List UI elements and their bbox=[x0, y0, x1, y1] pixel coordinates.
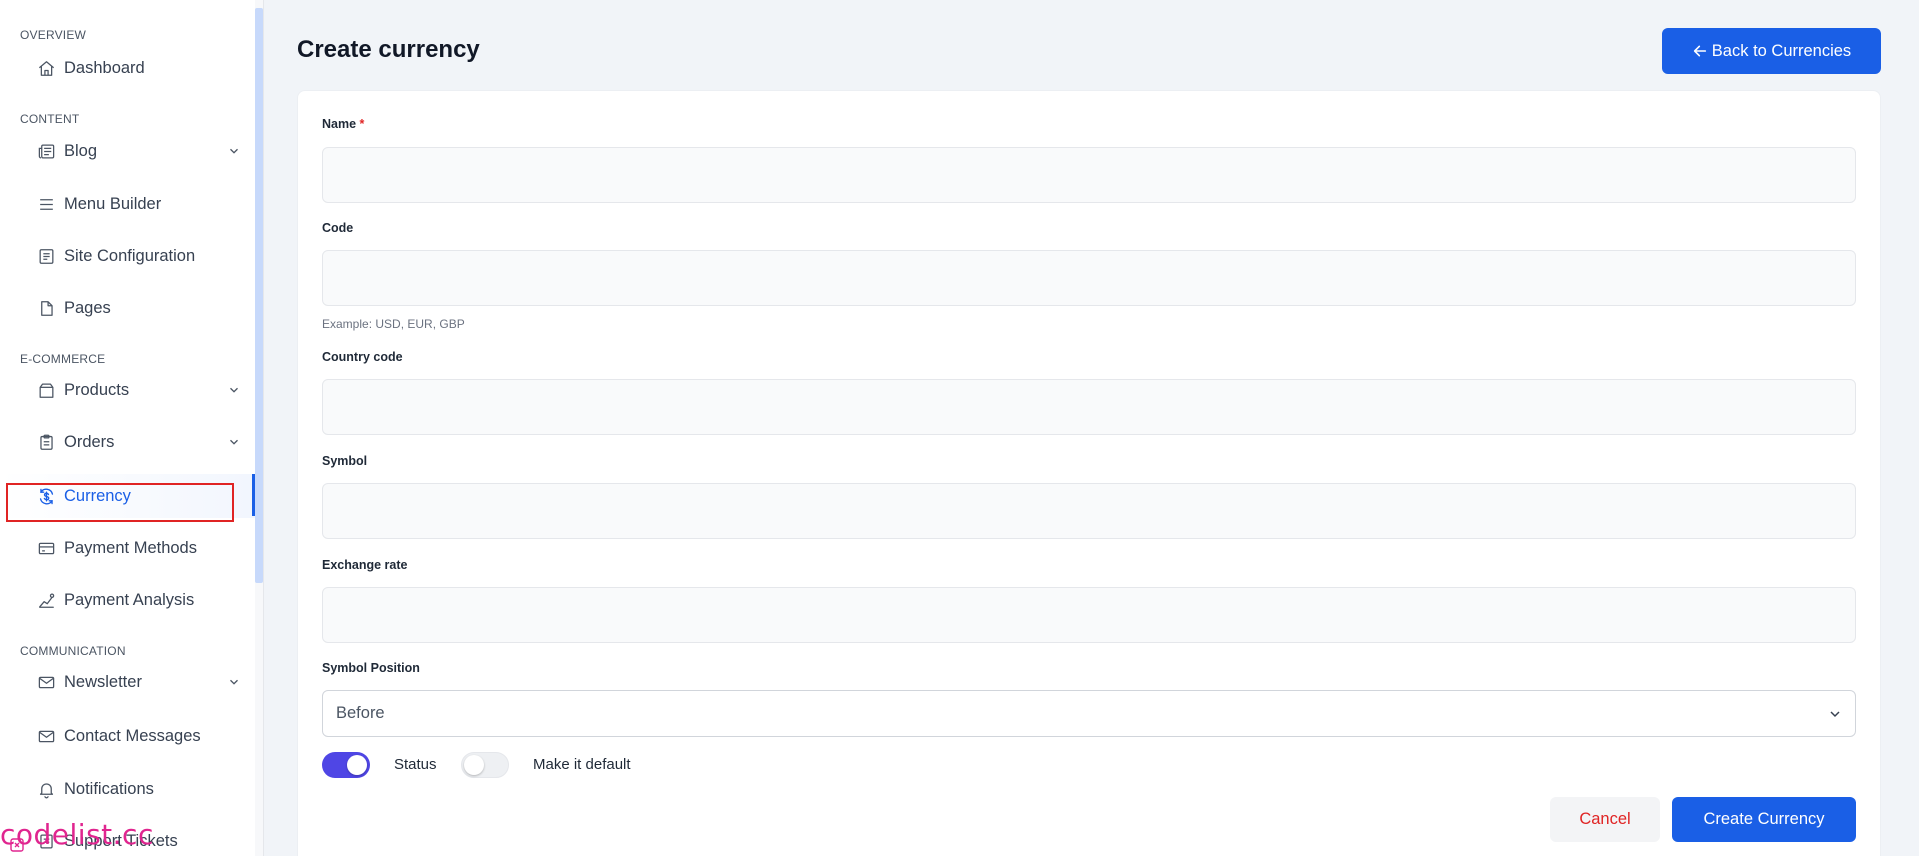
sidebar-item-label: Pages bbox=[64, 298, 111, 317]
code-input[interactable] bbox=[322, 250, 1856, 306]
newspaper-icon bbox=[36, 141, 56, 161]
section-label-ecommerce: E-COMMERCE bbox=[20, 352, 106, 366]
arrow-left-icon bbox=[1693, 45, 1706, 57]
name-label-text: Name bbox=[322, 117, 357, 131]
country-code-input[interactable] bbox=[322, 379, 1856, 435]
symbol-position-value: Before bbox=[336, 704, 385, 722]
make-default-toggle[interactable] bbox=[461, 752, 509, 778]
sidebar-item-products[interactable]: Products bbox=[0, 368, 255, 412]
page-title: Create currency bbox=[297, 36, 480, 63]
symbol-position-label: Symbol Position bbox=[322, 661, 420, 675]
home-icon bbox=[36, 58, 56, 78]
exchange-rate-label: Exchange rate bbox=[322, 558, 408, 572]
sidebar-item-label: Menu Builder bbox=[64, 194, 162, 213]
watermark-text: codelist.cc bbox=[0, 818, 154, 851]
sidebar-item-label: Contact Messages bbox=[64, 726, 201, 745]
document-list-icon bbox=[36, 246, 56, 266]
status-label: Status bbox=[394, 756, 437, 773]
sidebar-item-label: Notifications bbox=[64, 779, 154, 798]
exchange-rate-input[interactable] bbox=[322, 587, 1856, 643]
symbol-input[interactable] bbox=[322, 483, 1856, 539]
section-label-content: CONTENT bbox=[20, 112, 80, 126]
chevron-down-icon[interactable] bbox=[227, 383, 241, 397]
create-currency-button[interactable]: Create Currency bbox=[1672, 797, 1856, 842]
make-default-label: Make it default bbox=[533, 756, 631, 773]
sidebar-item-contact-messages[interactable]: Contact Messages bbox=[0, 714, 255, 758]
sidebar-item-menu-builder[interactable]: Menu Builder bbox=[0, 182, 255, 226]
highlight-box bbox=[6, 483, 234, 522]
bell-icon bbox=[36, 779, 56, 799]
chevron-down-icon[interactable] bbox=[227, 144, 241, 158]
form-card bbox=[297, 90, 1881, 856]
section-label-communication: COMMUNICATION bbox=[20, 644, 126, 658]
sidebar-item-label: Site Configuration bbox=[64, 246, 196, 265]
sidebar-item-label: Orders bbox=[64, 432, 115, 451]
country-code-label: Country code bbox=[322, 350, 403, 364]
credit-card-icon bbox=[36, 538, 56, 558]
sidebar-item-label: Payment Analysis bbox=[64, 590, 195, 609]
sidebar-item-label: Newsletter bbox=[64, 672, 142, 691]
sidebar: OVERVIEW Dashboard CONTENT Blog Menu Bui… bbox=[0, 0, 264, 856]
sidebar-item-pages[interactable]: Pages bbox=[0, 286, 255, 330]
symbol-position-select[interactable]: Before bbox=[322, 690, 1856, 737]
mail-icon bbox=[36, 672, 56, 692]
sidebar-item-label: Products bbox=[64, 380, 130, 399]
chevron-down-icon[interactable] bbox=[227, 435, 241, 449]
symbol-label: Symbol bbox=[322, 454, 368, 468]
status-toggle[interactable] bbox=[322, 752, 370, 778]
toggle-knob bbox=[464, 755, 484, 775]
name-input[interactable] bbox=[322, 147, 1856, 203]
sidebar-item-payment-methods[interactable]: Payment Methods bbox=[0, 526, 255, 570]
sidebar-item-label: Blog bbox=[64, 141, 98, 160]
chevron-down-icon[interactable] bbox=[227, 675, 241, 689]
section-label-overview: OVERVIEW bbox=[20, 28, 87, 42]
envelope-icon bbox=[36, 726, 56, 746]
sidebar-scrollbar-thumb[interactable] bbox=[255, 8, 263, 583]
active-indicator bbox=[252, 474, 255, 516]
sidebar-item-orders[interactable]: Orders bbox=[0, 420, 255, 464]
code-hint: Example: USD, EUR, GBP bbox=[322, 317, 465, 331]
name-label: Name * bbox=[322, 117, 364, 131]
back-button-label: Back to Currencies bbox=[1711, 41, 1852, 60]
file-icon bbox=[36, 298, 56, 318]
back-to-currencies-button[interactable]: Back to Currencies bbox=[1662, 28, 1881, 74]
chart-line-icon bbox=[36, 590, 56, 610]
sidebar-item-label: Payment Methods bbox=[64, 538, 197, 557]
sidebar-item-dashboard[interactable]: Dashboard bbox=[0, 46, 255, 90]
sidebar-item-payment-analysis[interactable]: Payment Analysis bbox=[0, 578, 255, 622]
box-icon bbox=[36, 380, 56, 400]
sidebar-item-newsletter[interactable]: Newsletter bbox=[0, 660, 255, 704]
chevron-down-icon bbox=[1827, 706, 1843, 722]
required-asterisk: * bbox=[359, 117, 365, 131]
clipboard-icon bbox=[36, 432, 56, 452]
code-label: Code bbox=[322, 221, 354, 235]
menu-lines-icon bbox=[36, 194, 56, 214]
sidebar-item-notifications[interactable]: Notifications bbox=[0, 767, 255, 811]
sidebar-item-label: Dashboard bbox=[64, 58, 145, 77]
sidebar-item-site-configuration[interactable]: Site Configuration bbox=[0, 234, 255, 278]
sidebar-item-blog[interactable]: Blog bbox=[0, 129, 255, 173]
cancel-button[interactable]: Cancel bbox=[1550, 797, 1660, 842]
toggle-knob bbox=[347, 755, 367, 775]
